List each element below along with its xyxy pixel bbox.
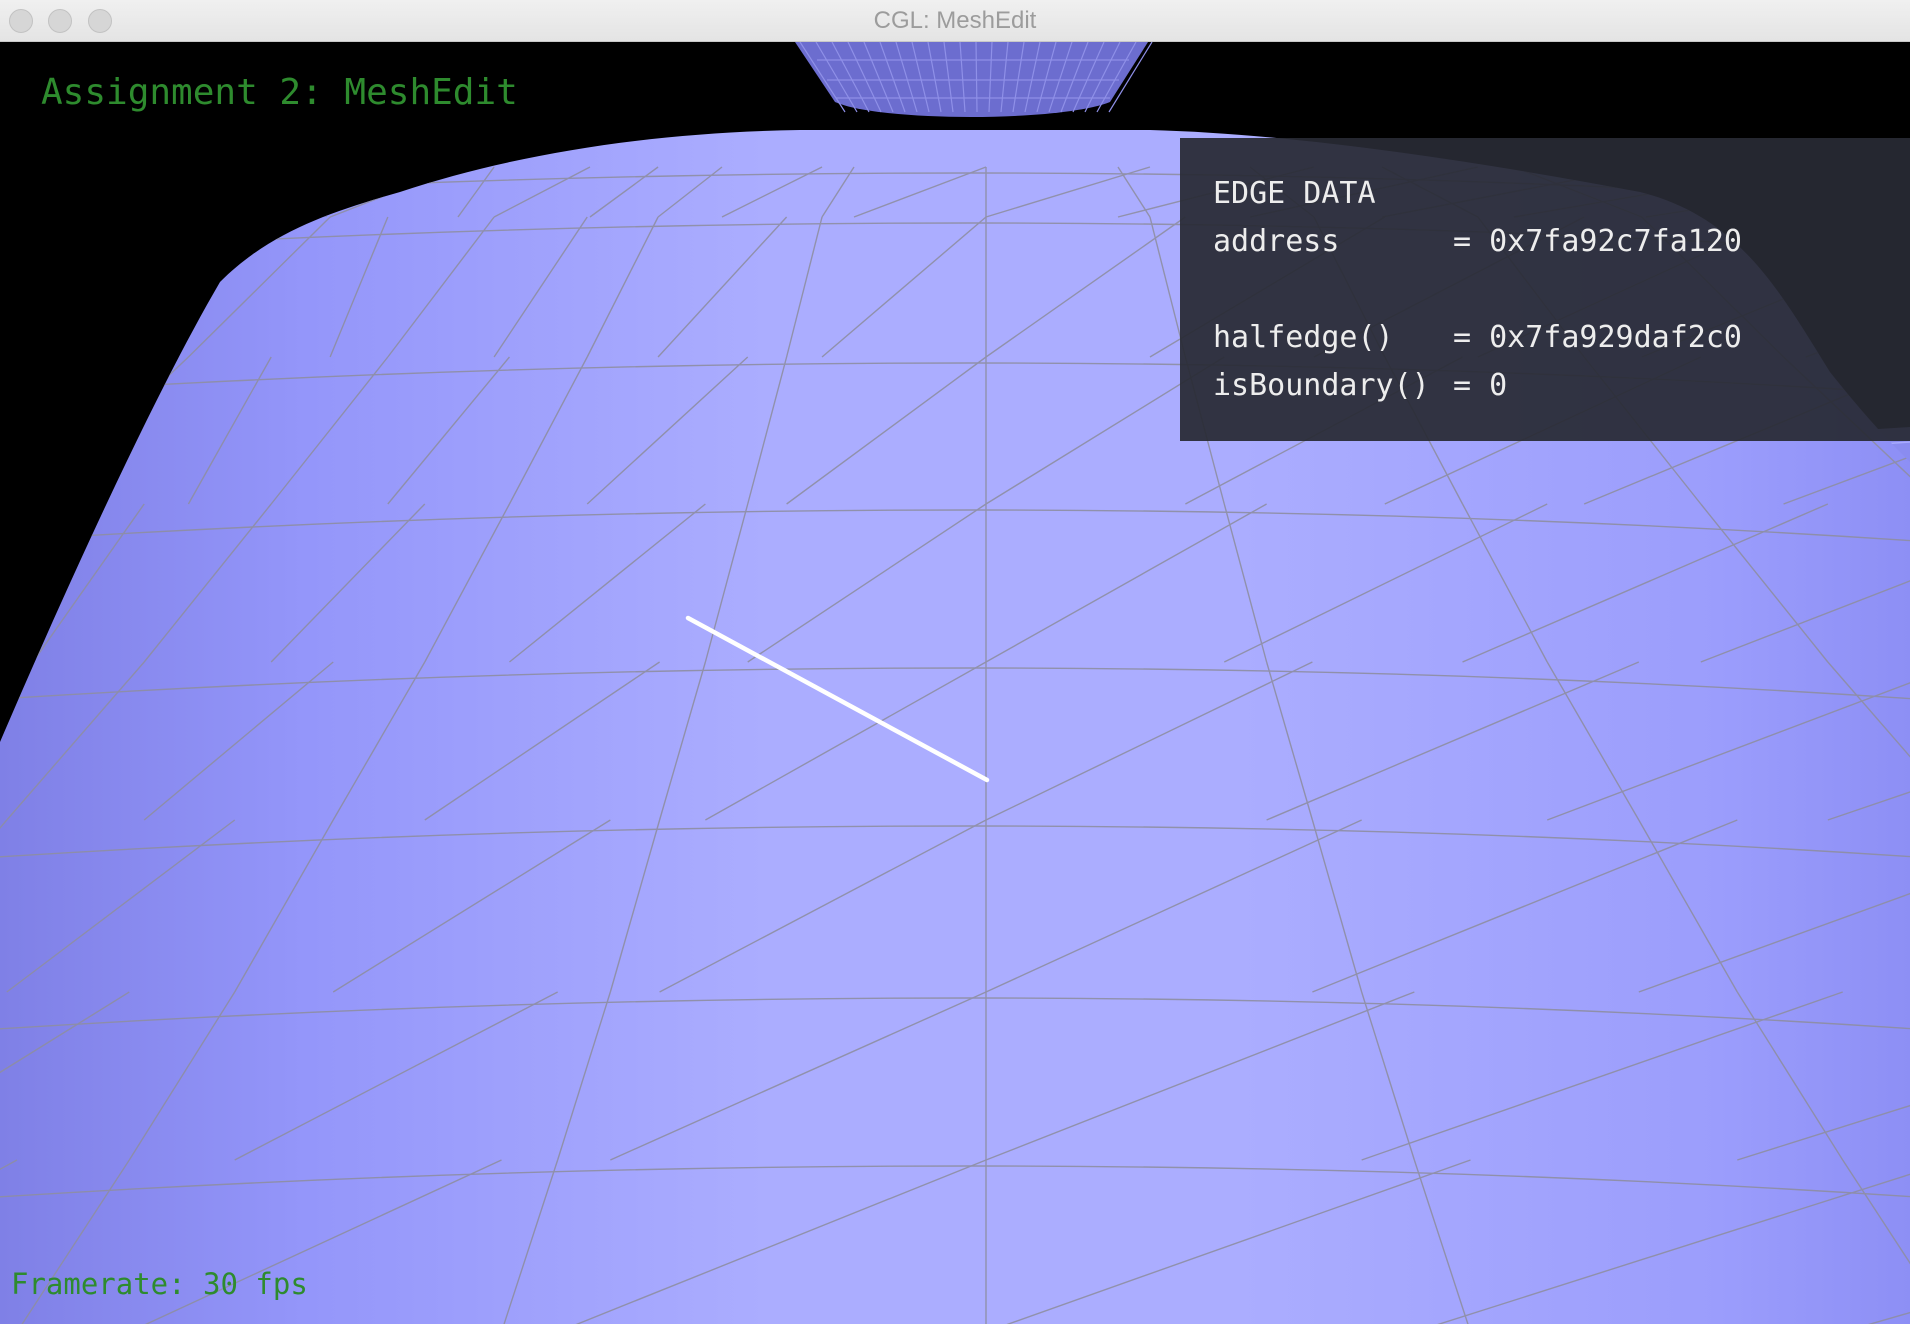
halfedge-value: 0x7fa929daf2c0 — [1489, 320, 1742, 355]
address-key: address — [1213, 224, 1340, 259]
spacer-row — [1213, 266, 1910, 314]
address-value: 0x7fa92c7fa120 — [1489, 224, 1742, 259]
edge-isboundary-row: isBoundary() = 0 — [1213, 362, 1910, 410]
edge-address-row: address = 0x7fa92c7fa120 — [1213, 218, 1910, 266]
title-bar: CGL: MeshEdit — [0, 0, 1910, 42]
window-title: CGL: MeshEdit — [873, 7, 1037, 34]
edge-data-panel: EDGE DATA address = 0x7fa92c7fa120 halfed… — [1180, 138, 1910, 441]
address-eq: = — [1453, 224, 1490, 259]
isboundary-key: isBoundary() — [1213, 368, 1430, 403]
assignment-title: Assignment 2: MeshEdit — [41, 72, 518, 113]
mesh-viewport[interactable]: Assignment 2: MeshEdit EDGE DATA address… — [0, 42, 1910, 1324]
edge-halfedge-row: halfedge() = 0x7fa929daf2c0 — [1213, 314, 1910, 362]
teapot-knob — [795, 42, 1153, 117]
isboundary-value: 0 — [1489, 368, 1508, 403]
app-window: CGL: MeshEdit Assignment 2: MeshEdit EDG… — [0, 0, 1910, 1324]
isboundary-eq: = — [1453, 368, 1490, 403]
framerate-readout: Framerate: 30 fps — [11, 1267, 308, 1301]
edge-data-heading: EDGE DATA — [1213, 176, 1376, 211]
halfedge-eq: = — [1453, 320, 1490, 355]
halfedge-key: halfedge() — [1213, 320, 1394, 355]
